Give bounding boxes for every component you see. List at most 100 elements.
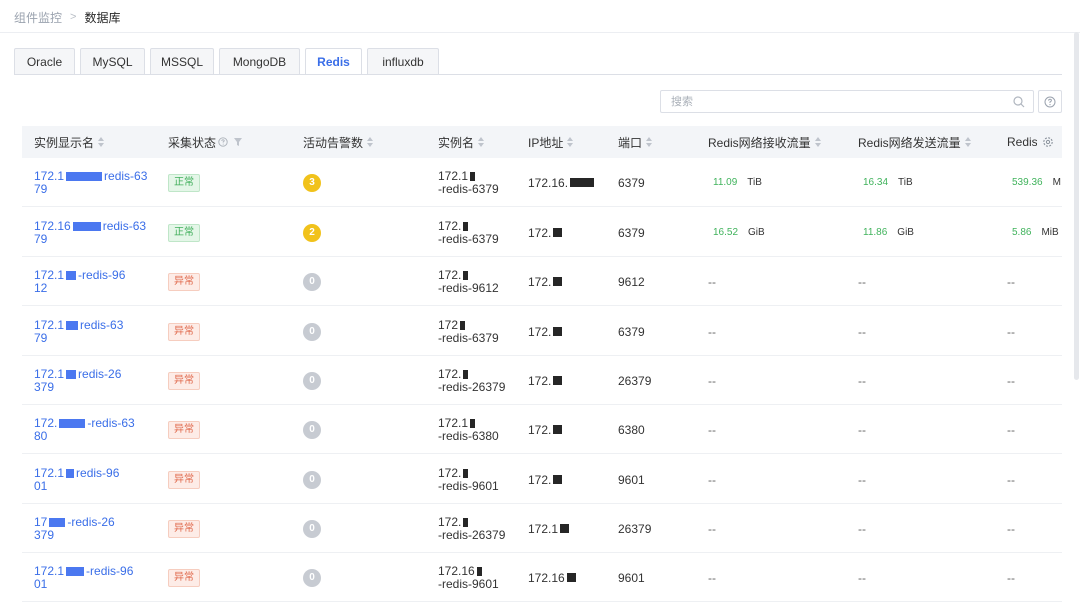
sort-icon[interactable] bbox=[367, 137, 374, 147]
display-name-line2[interactable]: 79 bbox=[34, 232, 47, 246]
alert-count-badge[interactable]: 0 bbox=[303, 420, 321, 439]
tab-mssql[interactable]: MSSQL bbox=[150, 48, 214, 74]
sort-icon[interactable] bbox=[814, 137, 822, 147]
port-cell: 6379 bbox=[618, 307, 645, 356]
instance-display-name-link[interactable]: 172.16 redis-63 bbox=[34, 218, 147, 233]
column-header-label: 活动告警数 bbox=[303, 135, 364, 150]
column-header-send-traffic[interactable]: Redis网络发送流量 bbox=[858, 126, 972, 158]
display-name-line2[interactable]: 80 bbox=[34, 429, 47, 443]
instance-name-line2: -redis-9601 bbox=[438, 478, 499, 493]
instance-display-name-link[interactable]: 172.1 redis-63 bbox=[34, 168, 148, 183]
table-row[interactable]: 172.16 redis-63 79 正常 2 172. -redis-6379 172. 63… bbox=[22, 208, 1062, 257]
collect-status-cell: 异常 bbox=[168, 553, 200, 602]
table-row[interactable]: 172. -redis-63 80 异常 0 172.1 -redis-6380 172. 63… bbox=[22, 405, 1062, 454]
sort-icon[interactable] bbox=[646, 137, 653, 147]
send-traffic-empty: -- bbox=[858, 324, 866, 339]
instance-display-name-link[interactable]: 172.1 redis-63 bbox=[34, 318, 123, 332]
port-text: 6379 bbox=[618, 175, 645, 190]
redacted-block bbox=[566, 573, 576, 582]
table-row[interactable]: 17 -redis-26 379 异常 0 172. -redis-26379 172.1 26… bbox=[22, 504, 1062, 553]
instance-name-cell: 172.1 -redis-6379 bbox=[438, 158, 499, 207]
status-badge: 异常 bbox=[168, 272, 200, 291]
instance-name-line2: -redis-9612 bbox=[438, 280, 499, 295]
breadcrumb-parent[interactable]: 组件监控 bbox=[14, 9, 62, 26]
alert-count-badge[interactable]: 0 bbox=[303, 519, 321, 538]
display-name-line2[interactable]: 79 bbox=[34, 331, 47, 345]
column-header-recv-traffic[interactable]: Redis网络接收流量 bbox=[708, 126, 822, 158]
alert-count-badge[interactable]: 0 bbox=[303, 322, 321, 341]
instance-name-line1: 172. bbox=[438, 218, 462, 233]
column-header-port[interactable]: 端口 bbox=[618, 126, 653, 158]
display-name-line2[interactable]: 379 bbox=[34, 528, 54, 542]
instance-display-name-link[interactable]: 172. -redis-63 bbox=[34, 415, 135, 430]
send-traffic-unit: GiB bbox=[897, 227, 914, 238]
column-header-ip[interactable]: IP地址 bbox=[528, 126, 574, 158]
table-row[interactable]: 172.1 redis-63 79 异常 0 172 -redis-6379 172. 6379… bbox=[22, 307, 1062, 356]
tab-oracle[interactable]: Oracle bbox=[14, 48, 75, 74]
redacted-block bbox=[470, 171, 476, 181]
ip-address-text: 172.16 bbox=[528, 570, 565, 585]
column-header-collect-status[interactable]: 采集状态 bbox=[168, 126, 243, 158]
display-name-suffix: -redis-63 bbox=[87, 415, 135, 430]
filter-icon[interactable] bbox=[234, 138, 243, 146]
column-header-redis-truncated[interactable]: Redis bbox=[1007, 126, 1037, 158]
redis-extra-value: 5.86 bbox=[1012, 227, 1032, 238]
display-name-line2[interactable]: 79 bbox=[34, 182, 47, 196]
sort-icon[interactable] bbox=[98, 137, 105, 147]
search-icon[interactable] bbox=[1013, 96, 1025, 108]
column-header-label: 实例名 bbox=[438, 135, 475, 150]
table-row[interactable]: 172.1 -redis-96 12 异常 0 172. -redis-9612 172. 96… bbox=[22, 257, 1062, 306]
display-name-suffix: redis-63 bbox=[102, 218, 147, 233]
sort-icon[interactable] bbox=[964, 137, 972, 147]
display-name-suffix: -redis-26 bbox=[67, 514, 115, 529]
redis-extra-empty: -- bbox=[1007, 422, 1015, 437]
instance-display-name-link[interactable]: 172.1 -redis-96 bbox=[34, 564, 133, 578]
redacted-block bbox=[463, 270, 469, 280]
settings-icon[interactable] bbox=[1042, 136, 1054, 148]
redacted-block bbox=[553, 327, 563, 336]
instance-display-name-link[interactable]: 172.1 redis-26 bbox=[34, 366, 122, 381]
table-row[interactable]: 172.1 redis-63 79 正常 3 172.1 -redis-6379 172.16… bbox=[22, 158, 1062, 207]
alert-count-badge[interactable]: 0 bbox=[303, 272, 321, 291]
display-name-suffix: redis-26 bbox=[78, 366, 122, 381]
alert-count-badge[interactable]: 0 bbox=[303, 470, 321, 489]
question-icon[interactable] bbox=[218, 137, 228, 147]
recv-traffic-cell: -- bbox=[708, 405, 716, 454]
display-name-line2[interactable]: 12 bbox=[34, 281, 47, 295]
tab-influxdb[interactable]: influxdb bbox=[367, 48, 439, 74]
alert-count-badge[interactable]: 2 bbox=[303, 223, 321, 242]
send-traffic-empty: -- bbox=[858, 373, 866, 388]
column-header-instance-name[interactable]: 实例名 bbox=[438, 126, 485, 158]
redacted-block bbox=[66, 270, 77, 280]
display-name-suffix: redis-63 bbox=[104, 168, 148, 183]
alert-count-badge[interactable]: 0 bbox=[303, 568, 321, 587]
ip-address-text: 172. bbox=[528, 472, 552, 487]
search-input[interactable] bbox=[661, 91, 991, 112]
column-header-display-name[interactable]: 实例显示名 bbox=[34, 126, 105, 158]
sort-icon[interactable] bbox=[478, 137, 485, 147]
column-header-label: 实例显示名 bbox=[34, 135, 95, 150]
recv-traffic-empty: -- bbox=[708, 274, 716, 289]
display-name-line2[interactable]: 01 bbox=[34, 479, 47, 493]
redacted-block bbox=[560, 524, 570, 533]
table-row[interactable]: 172.1 -redis-96 01 异常 0 172.16 -redis-9601 172.… bbox=[22, 553, 1062, 602]
tab-mongodb[interactable]: MongoDB bbox=[219, 48, 300, 74]
vertical-scrollbar[interactable] bbox=[1074, 32, 1079, 380]
table-row[interactable]: 172.1 redis-96 01 异常 0 172. -redis-9601 172. 960… bbox=[22, 455, 1062, 504]
display-name-line2[interactable]: 01 bbox=[34, 577, 47, 591]
table-row[interactable]: 172.1 redis-26 379 异常 0 172. -redis-26379 172. 2… bbox=[22, 356, 1062, 405]
redacted-block bbox=[66, 566, 85, 576]
tab-redis[interactable]: Redis bbox=[305, 48, 362, 74]
column-header-active-alerts[interactable]: 活动告警数 bbox=[303, 126, 374, 158]
instance-display-name-link[interactable]: 172.1 redis-96 bbox=[34, 466, 119, 480]
alert-count-badge[interactable]: 0 bbox=[303, 371, 321, 390]
instance-display-name-link[interactable]: 17 -redis-26 bbox=[34, 514, 115, 529]
instance-display-name-link[interactable]: 172.1 -redis-96 bbox=[34, 268, 125, 282]
redis-extra-empty: -- bbox=[1007, 373, 1015, 388]
tab-mysql[interactable]: MySQL bbox=[80, 48, 145, 74]
sort-icon[interactable] bbox=[567, 137, 574, 147]
help-button[interactable] bbox=[1038, 90, 1062, 113]
table-header: 实例显示名 采集状态 活动告警数 实例名 IP地址 端口 Redis网络接收流量… bbox=[22, 126, 1062, 158]
display-name-line2[interactable]: 379 bbox=[34, 380, 54, 394]
alert-count-badge[interactable]: 3 bbox=[303, 173, 321, 192]
